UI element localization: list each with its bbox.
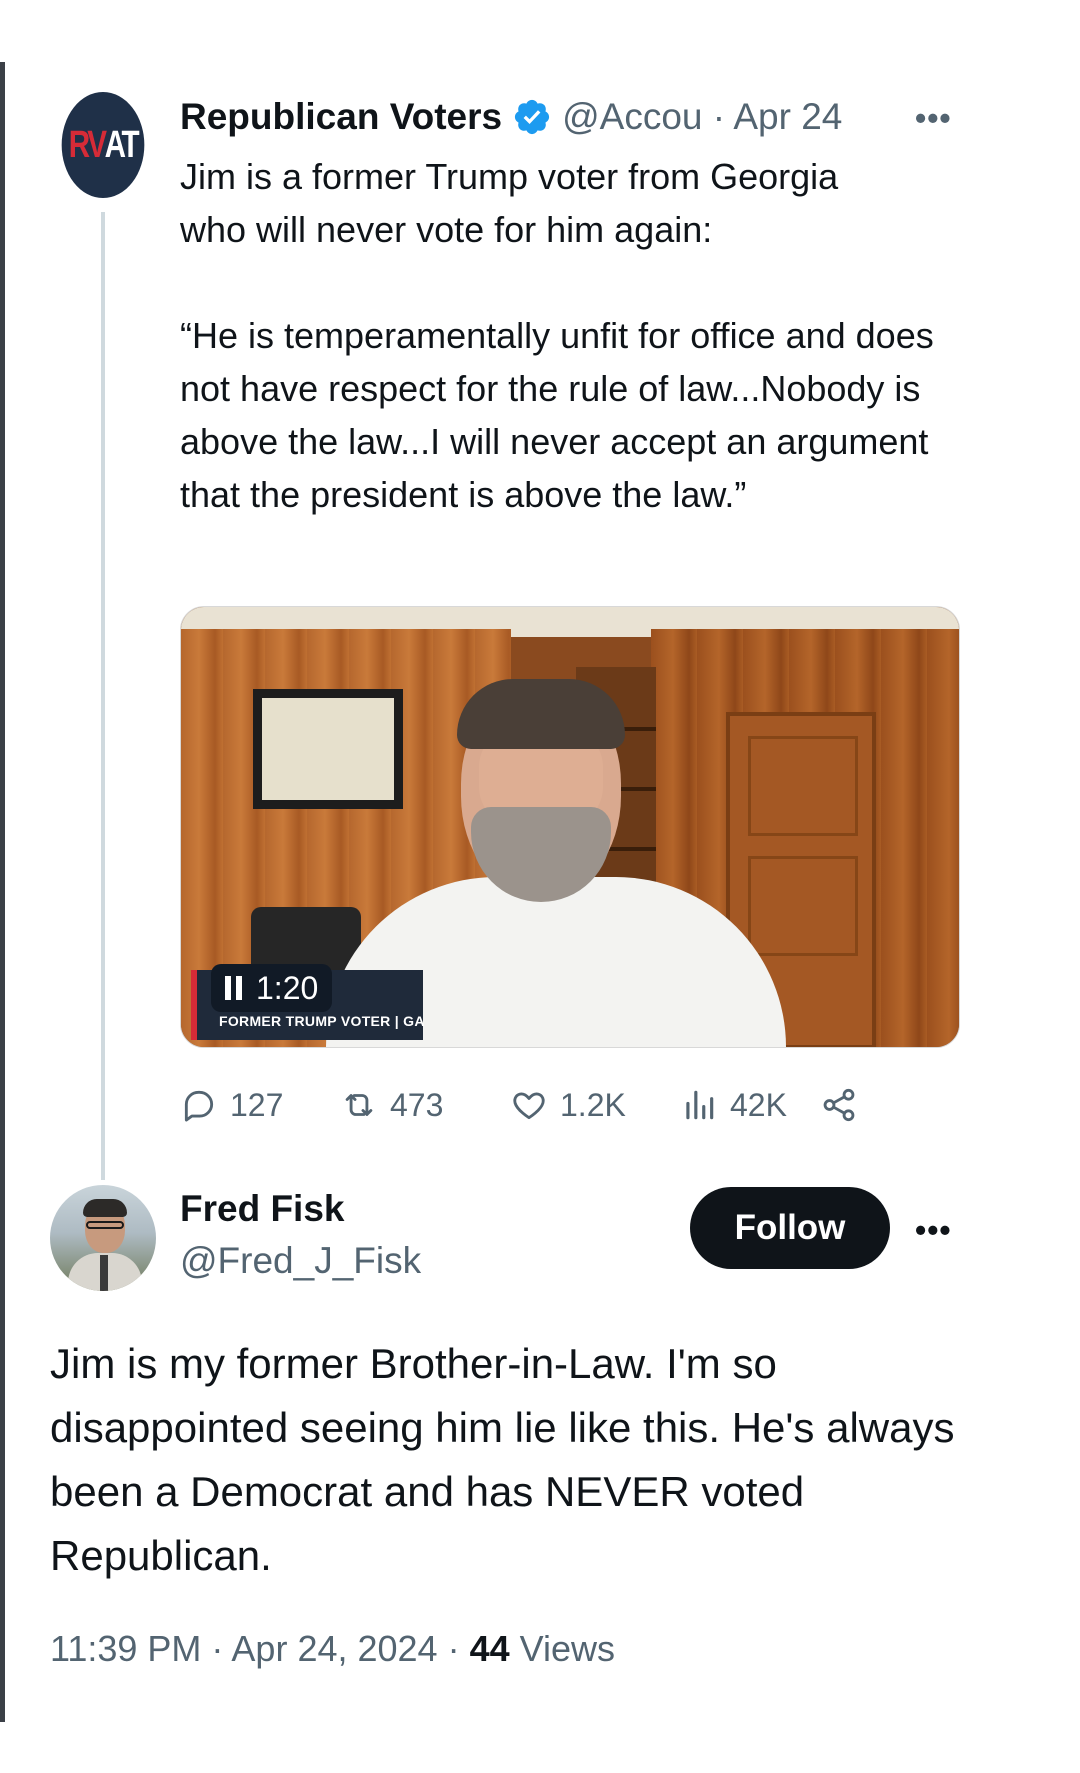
parent-tweet-header: Republican Voters @Accou · Apr 24 xyxy=(180,92,842,142)
video-player[interactable]: 1:20 FORMER TRUMP VOTER | GA xyxy=(180,606,960,1048)
video-person-hair xyxy=(457,679,625,749)
avatar-text-white: AT xyxy=(104,123,140,166)
author-display-name[interactable]: Republican Voters xyxy=(180,96,502,138)
rvat-avatar[interactable]: RV AT xyxy=(61,92,145,198)
views-button[interactable]: 42K xyxy=(680,1080,787,1130)
avatar-text-red: RV xyxy=(68,123,107,166)
tweet-text-line: Jim is a former Trump voter from Georgia xyxy=(180,156,839,197)
verified-badge-icon xyxy=(515,99,550,135)
views-count: 42K xyxy=(730,1086,787,1123)
views-icon xyxy=(686,1090,714,1120)
views-count: 44 xyxy=(469,1628,510,1669)
reply-author-handle[interactable]: @Fred_J_Fisk xyxy=(180,1240,421,1282)
reply-tweet-text: Jim is my former Brother-in-Law. I'm so … xyxy=(50,1340,955,1579)
more-icon[interactable]: ••• xyxy=(915,1212,952,1249)
share-icon xyxy=(823,1088,855,1122)
like-count: 1.2K xyxy=(560,1086,626,1123)
tweet-text-line: who will never vote for him again: xyxy=(180,209,713,250)
like-icon xyxy=(513,1092,545,1120)
pause-icon[interactable] xyxy=(225,976,242,1000)
follow-button[interactable]: Follow xyxy=(690,1187,890,1269)
repost-count: 473 xyxy=(390,1086,444,1123)
reply-tweet-meta: 11:39 PM · Apr 24, 2024 · 44 Views xyxy=(50,1628,615,1670)
tweet-quote: “He is temperamentally unfit for office … xyxy=(180,315,934,515)
reply-icon xyxy=(184,1090,214,1122)
more-icon[interactable]: ••• xyxy=(915,100,952,137)
reply-count: 127 xyxy=(230,1086,284,1123)
tweet-timestamp[interactable]: 11:39 PM · Apr 24, 2024 · xyxy=(50,1628,470,1669)
like-button[interactable]: 1.2K xyxy=(510,1080,626,1130)
views-label: Views xyxy=(509,1628,616,1669)
thread-connector-line xyxy=(101,212,105,1180)
left-edge-bar xyxy=(0,62,5,1722)
video-timestamp-badge[interactable]: 1:20 xyxy=(211,964,333,1012)
reply-button[interactable]: 127 xyxy=(180,1080,283,1130)
reply-author-display-name[interactable]: Fred Fisk xyxy=(180,1188,345,1230)
video-scene-diploma xyxy=(253,689,403,809)
fred-fisk-avatar[interactable] xyxy=(50,1185,156,1291)
share-button[interactable] xyxy=(820,1080,870,1130)
repost-button[interactable]: 473 xyxy=(340,1080,443,1130)
parent-tweet-text: Jim is a former Trump voter from Georgia… xyxy=(180,150,970,521)
video-timestamp: 1:20 xyxy=(256,969,319,1006)
repost-icon xyxy=(345,1094,373,1116)
tweet-actions-bar: 127 473 1.2K 42K xyxy=(180,1080,960,1130)
video-caption: FORMER TRUMP VOTER | GA xyxy=(219,1013,425,1029)
author-handle-date[interactable]: @Accou · Apr 24 xyxy=(562,96,842,138)
